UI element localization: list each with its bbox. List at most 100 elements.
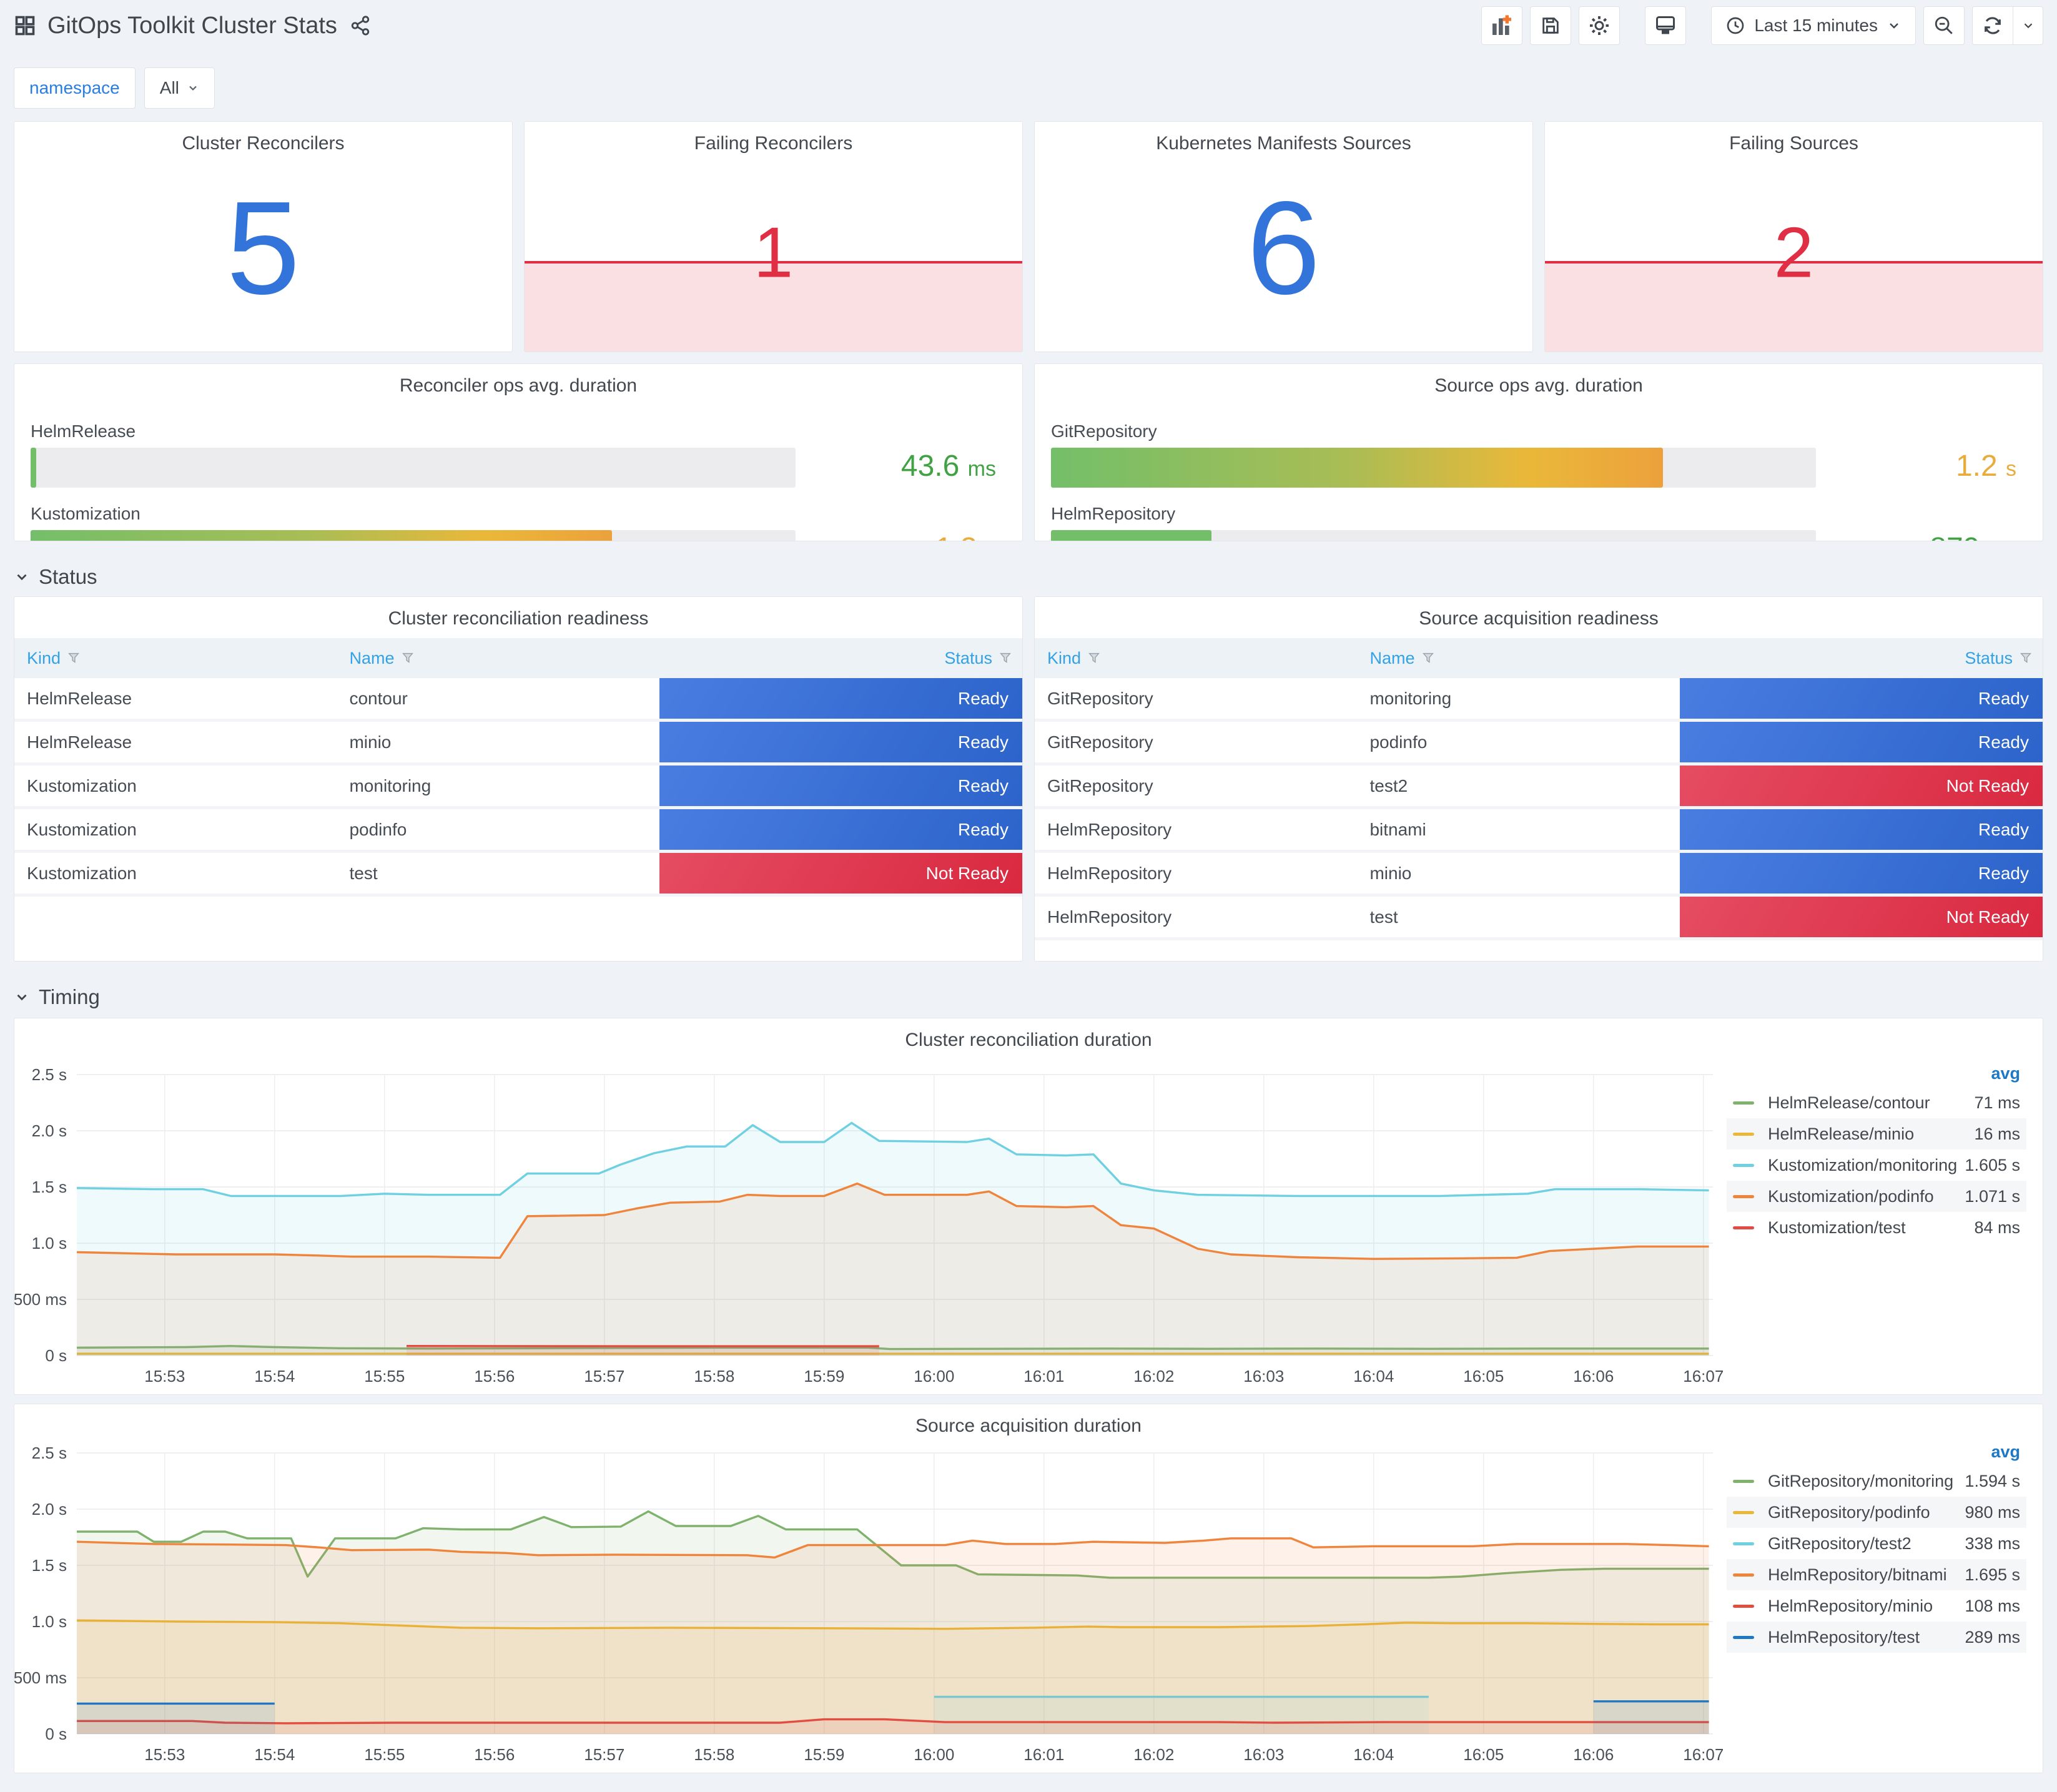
filter-icon[interactable] [401,651,415,665]
filter-icon[interactable] [1087,651,1101,665]
chart-title: Cluster reconciliation duration [905,1030,1152,1050]
kiosk-mode-button[interactable] [1645,6,1687,45]
filter-icon[interactable] [67,651,81,665]
legend-avg-header[interactable]: avg [1727,1438,2026,1465]
svg-text:16:07: 16:07 [1683,1745,1724,1764]
table-row: HelmRelease contour Ready [14,678,1022,722]
legend-item[interactable]: GitRepository/test2 338 ms [1727,1528,2026,1559]
section-status[interactable]: Status [14,560,2043,594]
stat-panel-1: Failing Reconcilers 1 [524,121,1023,352]
add-panel-button[interactable] [1481,6,1523,45]
legend-item[interactable]: HelmRelease/minio 16 ms [1727,1118,2026,1150]
series-name[interactable]: Kustomization/monitoring [1768,1156,1965,1175]
table-body: GitRepository monitoring Ready GitRepositor… [1035,678,2043,940]
series-avg-value: 980 ms [1965,1502,2020,1522]
gauge-bar [31,530,612,541]
series-name[interactable]: HelmRepository/test [1768,1628,1965,1647]
gauge-bar [1051,530,1212,541]
series-avg-value: 1.605 s [1965,1155,2020,1174]
legend-item[interactable]: GitRepository/podinfo 980 ms [1727,1497,2026,1528]
svg-text:16:02: 16:02 [1133,1367,1174,1386]
series-name[interactable]: Kustomization/podinfo [1768,1187,1965,1206]
series-color-dash [1733,1542,1754,1545]
svg-text:15:59: 15:59 [804,1367,844,1386]
legend-item[interactable]: HelmRelease/contour 71 ms [1727,1087,2026,1118]
series-avg-value: 16 ms [1974,1124,2020,1143]
legend-item[interactable]: HelmRepository/minio 108 ms [1727,1590,2026,1622]
table-header-row: Kind Name Status [14,638,1022,678]
legend-item[interactable]: HelmRepository/test 289 ms [1727,1622,2026,1653]
series-name[interactable]: Kustomization/test [1768,1218,1974,1238]
clock-icon [1725,16,1745,36]
svg-text:16:07: 16:07 [1683,1367,1724,1386]
svg-text:15:58: 15:58 [694,1367,734,1386]
cell-name: monitoring [1369,689,1452,708]
status-badge: Ready [1679,678,2043,719]
variable-namespace-label[interactable]: namespace [14,67,136,109]
table-panel-0: Cluster reconciliation readiness Kind Name… [14,596,1023,962]
table-row: HelmRelease minio Ready [14,722,1022,766]
svg-text:15:56: 15:56 [474,1367,515,1386]
refresh-button[interactable] [1972,6,2013,45]
series-color-dash [1733,1194,1754,1198]
legend-item[interactable]: Kustomization/podinfo 1.071 s [1727,1181,2026,1212]
svg-text:1.0 s: 1.0 s [32,1234,67,1253]
series-color-dash [1733,1479,1754,1483]
series-name[interactable]: GitRepository/test2 [1768,1534,1965,1553]
table-row: GitRepository test2 Not Ready [1035,766,2043,809]
legend-item[interactable]: GitRepository/monitoring 1.594 s [1727,1465,2026,1497]
legend-item[interactable]: Kustomization/monitoring 1.605 s [1727,1150,2026,1181]
column-header-kind[interactable]: Kind [14,649,337,668]
legend-item[interactable]: Kustomization/test 84 ms [1727,1212,2026,1243]
svg-text:16:06: 16:06 [1573,1745,1614,1764]
filter-icon[interactable] [1421,651,1435,665]
column-header-kind[interactable]: Kind [1035,649,1357,668]
series-name[interactable]: HelmRelease/minio [1768,1125,1974,1144]
table-row: Kustomization podinfo Ready [14,809,1022,853]
gauge-label: HelmRelease [31,421,136,441]
status-badge: Not Ready [1679,897,2043,937]
refresh-interval-dropdown[interactable] [2013,6,2043,45]
table-row: GitRepository monitoring Ready [1035,678,2043,722]
column-header-status[interactable]: Status [1680,649,2043,668]
series-avg-value: 289 ms [1965,1627,2020,1647]
column-header-name[interactable]: Name [1357,649,1679,668]
series-name[interactable]: GitRepository/monitoring [1768,1472,1965,1491]
svg-text:15:54: 15:54 [254,1745,295,1764]
legend-avg-header[interactable]: avg [1727,1060,2026,1087]
series-avg-value: 71 ms [1974,1093,2020,1112]
svg-text:16:04: 16:04 [1353,1367,1394,1386]
panel-source-acquisition-duration: Source acquisition duration 15:53 15:54 15:… [14,1404,2043,1773]
filter-icon[interactable] [999,651,1012,665]
filter-icon[interactable] [2019,651,2033,665]
series-name[interactable]: GitRepository/podinfo [1768,1503,1965,1522]
column-header-status[interactable]: Status [659,649,1022,668]
dashboard: GitOps Toolkit Cluster Stats Last 15 min… [0,0,2057,1773]
section-timing[interactable]: Timing [14,980,2043,1014]
chevron-down-icon [187,82,199,94]
svg-text:1.0 s: 1.0 s [32,1612,67,1631]
cell-kind: HelmRelease [27,732,132,752]
share-icon[interactable] [350,15,371,36]
stat-panel-2: Kubernetes Manifests Sources 6 [1034,121,1533,352]
svg-text:15:54: 15:54 [254,1367,295,1386]
page-title: GitOps Toolkit Cluster Stats [47,12,337,39]
gauge-label: Kustomization [31,504,141,523]
variable-namespace-value-dropdown[interactable]: All [144,67,215,109]
column-header-name[interactable]: Name [337,649,659,668]
cell-kind: Kustomization [27,776,137,795]
svg-text:15:55: 15:55 [364,1367,405,1386]
gauge-bar [1051,448,1663,488]
series-name[interactable]: HelmRepository/minio [1768,1597,1965,1616]
save-dashboard-button[interactable] [1530,6,1572,45]
dashboard-settings-button[interactable] [1579,6,1620,45]
series-name[interactable]: HelmRepository/bitnami [1768,1565,1965,1585]
series-name[interactable]: HelmRelease/contour [1768,1093,1974,1113]
legend-item[interactable]: HelmRepository/bitnami 1.695 s [1727,1559,2026,1590]
svg-text:16:03: 16:03 [1243,1367,1284,1386]
series-color-dash [1733,1226,1754,1229]
table-body: HelmRelease contour Ready HelmRelease minio R… [14,678,1022,897]
time-range-picker[interactable]: Last 15 minutes [1711,6,1916,45]
zoom-out-button[interactable] [1923,6,1965,45]
cell-kind: HelmRepository [1047,820,1172,839]
